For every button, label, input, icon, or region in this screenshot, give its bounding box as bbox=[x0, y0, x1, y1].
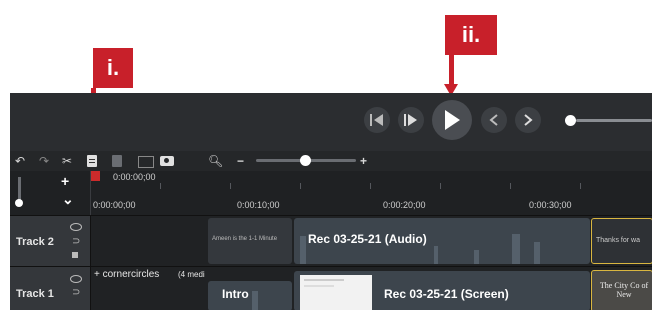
track-2-header[interactable]: Track 2 ⊃ bbox=[10, 216, 91, 266]
track-1: Track 1 ⊃ + cornercircles (4 medi Intro … bbox=[10, 266, 652, 310]
clip-title-card-selected[interactable]: Thanks for wa bbox=[591, 218, 652, 264]
link-icon[interactable]: ⊃ bbox=[72, 236, 80, 247]
ruler-label: 0:00:30;00 bbox=[529, 200, 572, 210]
callout-ii: ii. bbox=[445, 15, 497, 55]
track-1-header[interactable]: Track 1 ⊃ bbox=[10, 267, 91, 310]
lock-icon[interactable] bbox=[72, 252, 78, 258]
audio-waveform bbox=[534, 242, 540, 264]
timeline-ruler[interactable]: 0:00:00;00 0:00:00;00 0:00:10;00 0:00:20… bbox=[10, 171, 652, 215]
collapse-button[interactable]: ⌄ bbox=[62, 191, 74, 208]
clip-title: Intro bbox=[222, 287, 249, 301]
clip-screen[interactable]: Rec 03-25-21 (Screen) bbox=[294, 271, 590, 310]
track-height-knob[interactable] bbox=[15, 199, 23, 207]
group-count: (4 medi bbox=[178, 270, 205, 279]
clip-title: Thanks for wa bbox=[596, 237, 640, 244]
zoom-icon: 🔍︎ bbox=[208, 154, 224, 168]
copy-icon[interactable] bbox=[112, 155, 122, 167]
group-label[interactable]: + cornercircles bbox=[94, 269, 159, 280]
clip-title: Rec 03-25-21 (Audio) bbox=[308, 232, 427, 246]
playhead-time: 0:00:00;00 bbox=[113, 172, 156, 182]
audio-waveform bbox=[474, 250, 479, 264]
clip-title: Ameen is the 1-1 Minute bbox=[212, 236, 278, 242]
play-icon bbox=[445, 110, 460, 130]
callout-ii-arrow bbox=[449, 55, 454, 85]
cut-icon[interactable]: ✂ bbox=[62, 151, 72, 171]
audio-waveform bbox=[434, 246, 438, 264]
clip-intro[interactable]: Intro bbox=[208, 281, 292, 310]
audio-waveform bbox=[300, 236, 306, 264]
ruler-tick bbox=[230, 183, 231, 189]
chevron-right-icon bbox=[524, 114, 533, 126]
step-forward-icon bbox=[404, 114, 417, 126]
playhead-marker[interactable] bbox=[90, 171, 100, 181]
track-controls-header: + ⌄ bbox=[10, 171, 91, 215]
editor-window: ↶ ↷ ✂ 🔍︎ − + 0:00:00;00 0:00:00;00 0:00:… bbox=[10, 93, 652, 310]
link-icon[interactable]: ⊃ bbox=[72, 287, 80, 298]
clip-title: Rec 03-25-21 (Screen) bbox=[384, 287, 509, 301]
zoom-out-button[interactable]: − bbox=[237, 151, 244, 171]
paste-icon[interactable] bbox=[87, 155, 97, 167]
track-name: Track 1 bbox=[16, 288, 54, 300]
redo-icon[interactable]: ↷ bbox=[39, 151, 49, 171]
zoom-slider-knob[interactable] bbox=[300, 155, 311, 166]
ruler-label: 0:00:20;00 bbox=[383, 200, 426, 210]
ruler-tick bbox=[370, 183, 371, 189]
next-button[interactable] bbox=[515, 107, 541, 133]
previous-button[interactable] bbox=[481, 107, 507, 133]
ruler-tick bbox=[160, 183, 161, 189]
track-2: Track 2 ⊃ Ameen is the 1-1 Minute Rec 03… bbox=[10, 215, 652, 266]
zoom-in-button[interactable]: + bbox=[360, 151, 367, 171]
scrubber-track[interactable] bbox=[576, 119, 652, 122]
track-name: Track 2 bbox=[16, 236, 54, 248]
audio-waveform bbox=[512, 234, 520, 264]
camera-icon[interactable] bbox=[160, 156, 174, 166]
ruler-tick bbox=[510, 183, 511, 189]
add-track-button[interactable]: + bbox=[61, 173, 69, 189]
timeline-toolbar: ↶ ↷ ✂ 🔍︎ − + bbox=[10, 151, 652, 171]
clip-city-title[interactable]: The City Co of New bbox=[591, 270, 652, 310]
eye-icon[interactable] bbox=[70, 275, 82, 283]
player-controls bbox=[10, 93, 652, 151]
ruler-tick bbox=[300, 183, 301, 189]
video-thumb-wave bbox=[252, 291, 258, 310]
ruler-label: 0:00:10;00 bbox=[237, 200, 280, 210]
screen-thumbnail bbox=[300, 275, 372, 310]
step-forward-button[interactable] bbox=[398, 107, 424, 133]
ruler-tick bbox=[440, 183, 441, 189]
clip-title-card[interactable]: Ameen is the 1-1 Minute bbox=[208, 218, 292, 264]
scrubber-knob[interactable] bbox=[565, 115, 576, 126]
eye-icon[interactable] bbox=[70, 223, 82, 231]
chevron-left-icon bbox=[489, 114, 498, 126]
play-button[interactable] bbox=[432, 100, 472, 140]
undo-icon[interactable]: ↶ bbox=[15, 151, 25, 171]
step-back-button[interactable] bbox=[364, 107, 390, 133]
clip-audio[interactable]: Rec 03-25-21 (Audio) bbox=[294, 218, 590, 264]
ruler-tick bbox=[580, 183, 581, 189]
clip-title: The City Co of New bbox=[599, 281, 649, 299]
ruler-label: 0:00:00;00 bbox=[93, 200, 136, 210]
callout-i: i. bbox=[93, 48, 133, 88]
split-icon[interactable] bbox=[138, 156, 154, 168]
step-back-icon bbox=[370, 114, 383, 126]
